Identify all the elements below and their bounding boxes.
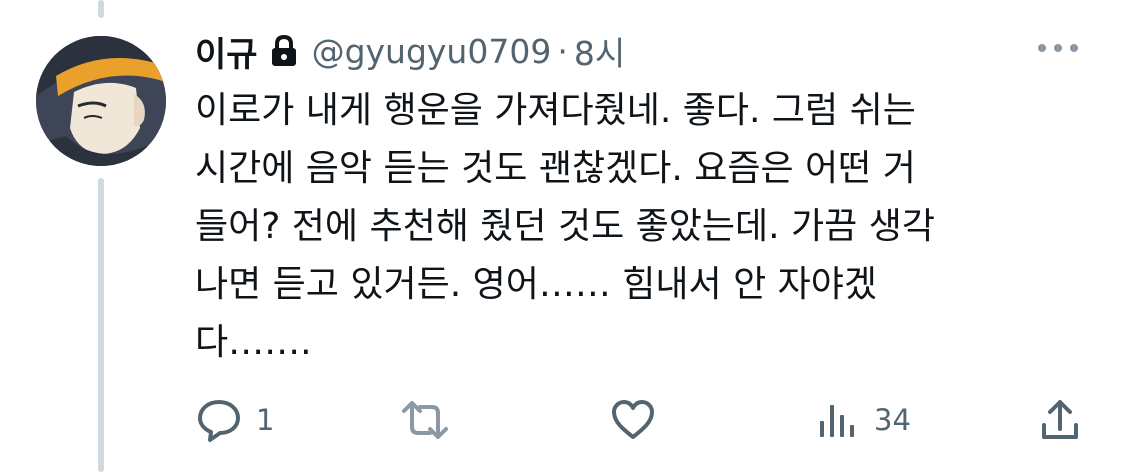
reply-icon bbox=[196, 397, 242, 443]
user-handle[interactable]: @gyugyu0709 bbox=[312, 32, 552, 71]
reply-button[interactable]: 1 bbox=[196, 390, 274, 450]
views-button[interactable]: 34 bbox=[816, 390, 911, 450]
retweet-button[interactable] bbox=[400, 390, 450, 450]
share-icon bbox=[1038, 397, 1082, 443]
thread-line-top bbox=[98, 0, 104, 18]
display-name[interactable]: 이규 bbox=[195, 27, 258, 76]
heart-icon bbox=[609, 397, 657, 443]
lock-icon bbox=[270, 34, 298, 68]
action-bar: 1 34 bbox=[0, 390, 1125, 450]
post-text-line: 시간에 음악 듣는 것도 괜찮겠다. 요즘은 어떤 거 bbox=[195, 148, 916, 189]
post-text-line: 다……. bbox=[195, 322, 312, 363]
reply-count: 1 bbox=[256, 403, 275, 437]
separator-dot: · bbox=[557, 31, 568, 71]
post-text-line: 나면 듣고 있거든. 영어…… 힘내서 안 자야겠 bbox=[195, 264, 878, 305]
like-button[interactable] bbox=[609, 390, 657, 450]
post-text-line: 이로가 내게 행운을 가져다줬네. 좋다. 그럼 쉬는 bbox=[195, 90, 916, 131]
post-text: 이로가 내게 행운을 가져다줬네. 좋다. 그럼 쉬는 시간에 음악 듣는 것도… bbox=[195, 82, 1075, 372]
post-text-line: 들어? 전에 추천해 줬던 것도 좋았는데. 가끔 생각 bbox=[195, 206, 935, 247]
post-time[interactable]: 8시 bbox=[574, 27, 625, 75]
avatar[interactable] bbox=[36, 36, 166, 166]
views-count: 34 bbox=[874, 403, 911, 437]
more-options-icon[interactable] bbox=[1035, 38, 1081, 58]
post-header: 이규 @gyugyu0709 · 8시 bbox=[195, 26, 625, 76]
analytics-icon bbox=[816, 397, 860, 443]
retweet-icon bbox=[400, 397, 450, 443]
share-button[interactable] bbox=[1038, 390, 1082, 450]
